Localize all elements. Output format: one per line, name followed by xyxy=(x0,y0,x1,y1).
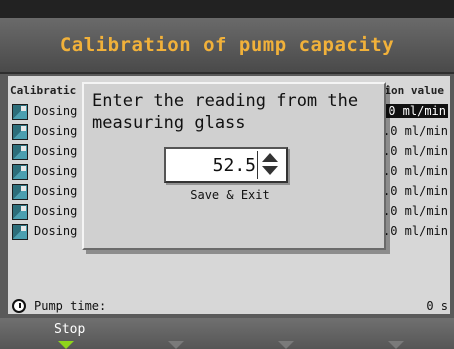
clock-icon xyxy=(12,299,26,313)
row-label: Dosing xyxy=(34,104,78,118)
pump-icon xyxy=(12,164,28,180)
softkey-2-indicator[interactable] xyxy=(168,341,184,349)
row-label: Dosing xyxy=(34,124,78,138)
stop-button[interactable]: Stop xyxy=(54,322,85,337)
softkey-1-indicator[interactable] xyxy=(58,341,74,349)
page-title: Calibration of pump capacity xyxy=(59,34,395,56)
pump-icon xyxy=(12,184,28,200)
row-label: Dosing xyxy=(34,184,78,198)
row-label: Dosing xyxy=(34,204,78,218)
pump-icon xyxy=(12,104,28,120)
dialog-prompt-line2: measuring glass xyxy=(92,113,246,133)
spin-divider xyxy=(257,151,258,179)
row-value[interactable]: 3.0 ml/min xyxy=(376,204,448,218)
reading-value[interactable]: 52.5 xyxy=(213,155,256,176)
row-value[interactable]: 3.0 ml/min xyxy=(376,144,448,158)
dialog-prompt-line1: Enter the reading from the xyxy=(92,91,359,111)
arrow-up-icon[interactable] xyxy=(262,153,278,162)
save-exit-button[interactable]: Save & Exit xyxy=(168,188,292,202)
pump-icon xyxy=(12,204,28,220)
row-label: Dosing xyxy=(34,164,78,178)
row-label: Dosing xyxy=(34,144,78,158)
column-header-calibration: Calibratic xyxy=(10,84,77,97)
softkey-4-indicator[interactable] xyxy=(388,341,404,349)
row-value[interactable]: 3.0 ml/min xyxy=(376,164,448,178)
pump-time-row: Pump time: 0 s xyxy=(12,297,450,317)
spin-arrows[interactable] xyxy=(257,151,284,179)
pump-icon xyxy=(12,124,28,140)
row-value[interactable]: 3.0 ml/min xyxy=(376,184,448,198)
arrow-down-icon[interactable] xyxy=(262,166,278,175)
pump-time-label: Pump time: xyxy=(34,299,107,313)
pump-time-value: 0 s xyxy=(426,299,448,313)
pump-icon xyxy=(12,224,28,240)
softkey-3-indicator[interactable] xyxy=(278,341,294,349)
pump-icon xyxy=(12,144,28,160)
reading-spinbox[interactable]: 52.5 xyxy=(164,147,288,183)
status-bar xyxy=(0,0,454,18)
row-value[interactable]: 3.0 ml/min xyxy=(376,124,448,138)
dialog-prompt: Enter the reading from the measuring gla… xyxy=(92,90,378,134)
column-header-value: ion value xyxy=(384,84,444,97)
